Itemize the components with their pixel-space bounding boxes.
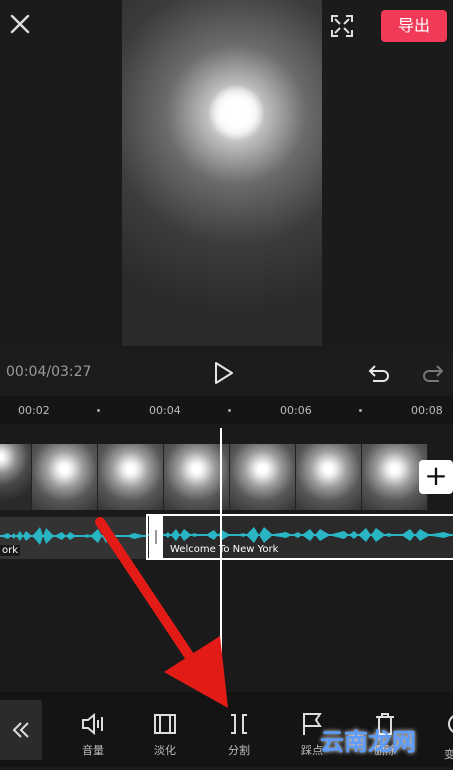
watermark: 云南龙网 — [320, 728, 416, 756]
ruler-tick: 00:08 — [411, 404, 443, 417]
video-preview[interactable] — [122, 0, 322, 346]
timecode: 00:04/03:27 — [6, 364, 92, 380]
fade-icon — [154, 714, 176, 734]
double-chevron-left-icon — [12, 722, 29, 738]
tool-label: 变 — [444, 748, 453, 761]
ruler-dot — [228, 409, 231, 412]
tool-volume[interactable]: 音量 — [66, 710, 120, 758]
playhead[interactable] — [220, 428, 222, 690]
redo-icon[interactable] — [420, 360, 446, 386]
tool-split[interactable]: 分割 — [212, 710, 266, 758]
export-button[interactable]: 导出 — [381, 10, 447, 42]
audio-trim-handle[interactable] — [149, 514, 163, 560]
light-glow — [209, 85, 264, 140]
audio-clip-label: ork — [0, 545, 21, 556]
video-frame — [230, 444, 296, 510]
undo-icon[interactable] — [366, 360, 392, 386]
ruler-tick: 00:02 — [18, 404, 50, 417]
video-frame — [0, 444, 32, 510]
transform-icon — [448, 715, 453, 733]
add-clip-button[interactable]: + — [419, 460, 453, 494]
tool-transform[interactable]: 变 — [444, 710, 453, 770]
time-ruler[interactable]: 00:02 00:04 00:06 00:08 — [0, 396, 453, 424]
ruler-tick: 00:04 — [149, 404, 181, 417]
audio-clip-selected[interactable]: Welcome To New York — [146, 514, 453, 560]
video-frame — [32, 444, 98, 510]
editor-top-area: 导出 — [0, 0, 453, 350]
tool-label: 分割 — [228, 744, 250, 757]
timeline[interactable]: + ork Welcome To New York — [0, 424, 453, 692]
tool-label: 音量 — [82, 744, 104, 757]
ruler-tick: 00:06 — [280, 404, 312, 417]
tool-label: 淡化 — [154, 744, 176, 757]
ruler-dot — [97, 409, 100, 412]
waveform — [0, 527, 146, 545]
audio-clip-previous[interactable]: ork — [0, 517, 146, 559]
video-frame — [296, 444, 362, 510]
video-frame — [98, 444, 164, 510]
volume-icon — [82, 712, 103, 736]
ruler-dot — [359, 409, 362, 412]
video-track[interactable] — [0, 444, 428, 510]
collapse-button[interactable] — [0, 700, 42, 760]
tool-fade[interactable]: 淡化 — [138, 710, 192, 758]
close-icon[interactable] — [6, 10, 34, 38]
fullscreen-icon[interactable] — [330, 14, 354, 38]
play-icon[interactable] — [210, 360, 236, 386]
audio-clip-label: Welcome To New York — [170, 544, 279, 555]
split-icon — [231, 714, 247, 734]
